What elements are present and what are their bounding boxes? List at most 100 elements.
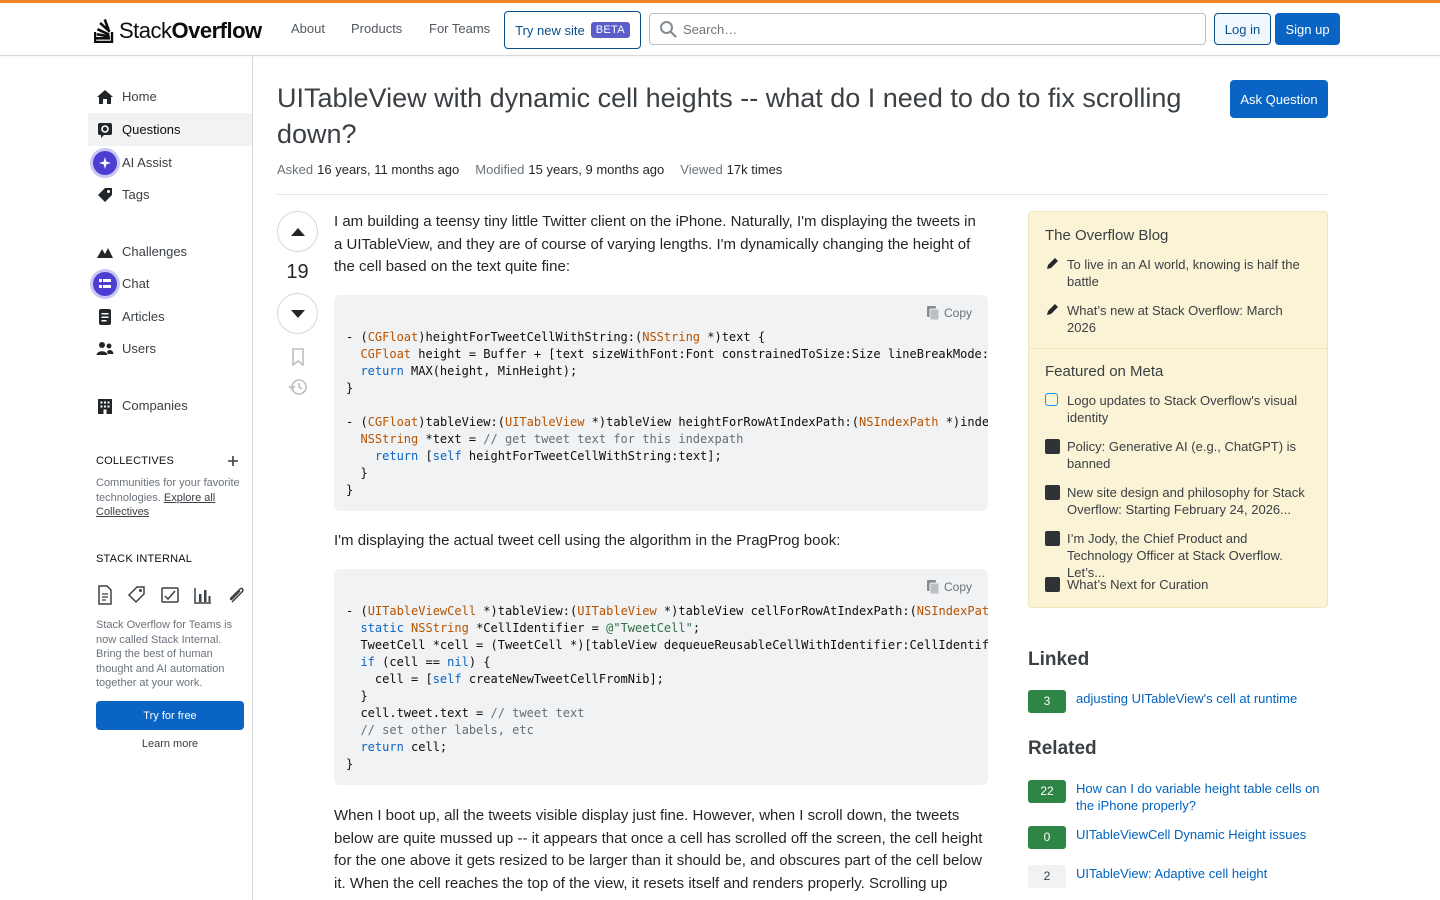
divider bbox=[277, 194, 1328, 195]
meta-item[interactable]: Logo updates to Stack Overflow's visual … bbox=[1045, 392, 1315, 426]
sidebar-item-companies[interactable]: Companies bbox=[88, 389, 252, 422]
blog-item[interactable]: What’s new at Stack Overflow: March 2026 bbox=[1045, 302, 1315, 336]
sidebar-item-home[interactable]: Home bbox=[88, 80, 252, 113]
modified-info: Modified 15 years, 9 months ago bbox=[475, 162, 665, 177]
stack-internal-text: Stack Overflow for Teams is now called S… bbox=[96, 619, 233, 689]
question-title[interactable]: UITableView with dynamic cell heights --… bbox=[277, 80, 1207, 152]
score-badge: 2 bbox=[1028, 865, 1066, 888]
collectives-heading: COLLECTIVES bbox=[96, 455, 175, 467]
blog-item[interactable]: To live in an AI world, knowing is half … bbox=[1045, 256, 1315, 290]
sidebar-item-tags[interactable]: Tags bbox=[88, 178, 252, 211]
sidebar-item-label: Challenges bbox=[122, 244, 188, 259]
linked-link[interactable]: adjusting UITableView's cell at runtime bbox=[1076, 690, 1297, 707]
stack-exchange-icon bbox=[1045, 576, 1067, 596]
search-input[interactable] bbox=[683, 21, 1183, 37]
copy-button[interactable]: Copy bbox=[926, 579, 972, 595]
related-link[interactable]: How can I do variable height table cells… bbox=[1076, 780, 1328, 814]
vote-cell: 19 bbox=[277, 211, 318, 396]
copy-icon bbox=[926, 580, 940, 595]
companies-icon bbox=[96, 397, 114, 415]
stack-internal-icons bbox=[96, 584, 246, 606]
meta-item[interactable]: Policy: Generative AI (e.g., ChatGPT) is… bbox=[1045, 438, 1315, 472]
stack-exchange-icon bbox=[1045, 484, 1067, 518]
code-text-1: - (CGFloat)heightForTweetCellWithString:… bbox=[346, 330, 988, 497]
blog-meta-widget: The Overflow Blog To live in an AI world… bbox=[1028, 211, 1328, 608]
code-text-2: - (UITableViewCell *)tableView:(UITableV… bbox=[346, 604, 988, 771]
linked-heading: Linked bbox=[1028, 649, 1090, 670]
history-icon[interactable] bbox=[287, 378, 308, 396]
score-badge: 22 bbox=[1028, 780, 1066, 803]
ask-question-button[interactable]: Ask Question bbox=[1230, 80, 1328, 118]
divider bbox=[1029, 348, 1327, 349]
question-paragraph-2: I'm displaying the actual tweet cell usi… bbox=[334, 532, 841, 549]
tag-icon bbox=[96, 186, 114, 204]
learn-more-link[interactable]: Learn more bbox=[96, 738, 244, 750]
plus-icon[interactable] bbox=[227, 455, 239, 467]
viewed-info: Viewed 17k times bbox=[680, 162, 783, 177]
nav-for-teams[interactable]: For Teams bbox=[429, 21, 490, 36]
chat-bubble-icon bbox=[1045, 392, 1067, 426]
code-block-2: Copy - (UITableViewCell *)tableView:(UIT… bbox=[334, 569, 988, 785]
related-item[interactable]: 22 How can I do variable height table ce… bbox=[1028, 780, 1328, 814]
copy-icon bbox=[926, 306, 940, 321]
sidebar-item-label: Questions bbox=[122, 122, 181, 137]
linked-item[interactable]: 3 adjusting UITableView's cell at runtim… bbox=[1028, 690, 1328, 713]
related-link[interactable]: UITableViewCell Dynamic Height issues bbox=[1076, 826, 1306, 843]
related-item[interactable]: 2 UITableView: Adaptive cell height bbox=[1028, 865, 1328, 888]
pencil-icon bbox=[1045, 256, 1067, 290]
search-box[interactable] bbox=[649, 13, 1206, 45]
users-icon bbox=[96, 340, 114, 358]
question-meta: Asked 16 years, 11 months ago Modified 15 … bbox=[277, 162, 782, 177]
document-icon bbox=[98, 585, 112, 605]
attachment-icon bbox=[229, 587, 244, 603]
sidebar-item-label: Home bbox=[122, 89, 157, 104]
meta-item[interactable]: New site design and philosophy for Stack… bbox=[1045, 484, 1315, 518]
overflow-blog-heading: The Overflow Blog bbox=[1045, 227, 1169, 244]
stack-exchange-icon bbox=[1045, 530, 1067, 581]
sidebar-item-challenges[interactable]: Challenges bbox=[88, 235, 252, 268]
nav-about[interactable]: About bbox=[291, 21, 325, 36]
sidebar-item-articles[interactable]: Articles bbox=[88, 300, 252, 333]
stack-internal-heading: STACK INTERNAL bbox=[96, 553, 193, 565]
logo-text: StackOverflow bbox=[119, 18, 262, 43]
checkbox-icon bbox=[161, 587, 179, 603]
pencil-icon bbox=[1045, 302, 1067, 336]
copy-button[interactable]: Copy bbox=[926, 305, 972, 321]
login-button[interactable]: Log in bbox=[1214, 13, 1271, 45]
stack-exchange-icon bbox=[1045, 438, 1067, 472]
nav-products[interactable]: Products bbox=[351, 21, 402, 36]
try-new-site-label: Try new site bbox=[515, 22, 585, 38]
meta-item[interactable]: I’m Jody, the Chief Product and Technolo… bbox=[1045, 530, 1315, 581]
downvote-button[interactable] bbox=[277, 293, 318, 334]
code-block-1: Copy - (CGFloat)heightForTweetCellWithSt… bbox=[334, 295, 988, 511]
question-paragraph-3: When I boot up, all the tweets visible d… bbox=[334, 807, 983, 892]
bar-chart-icon bbox=[194, 588, 211, 604]
site-logo[interactable]: StackOverflow bbox=[94, 16, 262, 46]
meta-item[interactable]: What’s Next for Curation bbox=[1045, 576, 1315, 596]
beta-badge: BETA bbox=[590, 22, 630, 38]
sidebar-item-questions[interactable]: Questions bbox=[88, 113, 252, 146]
bookmark-icon[interactable] bbox=[291, 348, 305, 366]
sidebar-item-chat[interactable]: Chat bbox=[88, 267, 252, 300]
downvote-icon bbox=[290, 309, 305, 318]
top-bar: StackOverflow About Products For Teams T… bbox=[0, 0, 1440, 56]
related-heading: Related bbox=[1028, 738, 1097, 759]
sidebar-item-label: Articles bbox=[122, 309, 165, 324]
signup-button[interactable]: Sign up bbox=[1275, 13, 1340, 45]
tag-outline-icon bbox=[127, 586, 145, 604]
upvote-button[interactable] bbox=[277, 211, 318, 252]
sidebar-item-ai-assist[interactable]: AI Assist bbox=[88, 146, 252, 179]
ai-assist-icon bbox=[93, 150, 117, 175]
collectives-text: Communities for your favorite technologi… bbox=[96, 477, 240, 518]
home-icon bbox=[96, 88, 114, 106]
try-for-free-button[interactable]: Try for free bbox=[96, 701, 244, 730]
related-link[interactable]: UITableView: Adaptive cell height bbox=[1076, 865, 1267, 882]
sidebar-item-users[interactable]: Users bbox=[88, 332, 252, 365]
sidebar-item-label: Chat bbox=[122, 276, 150, 291]
sidebar-item-label: Users bbox=[122, 341, 156, 356]
related-item[interactable]: 0 UITableViewCell Dynamic Height issues bbox=[1028, 826, 1328, 849]
asked-info: Asked 16 years, 11 months ago bbox=[277, 162, 460, 177]
try-new-site-button[interactable]: Try new site BETA bbox=[504, 11, 641, 49]
sidebar-item-label: Companies bbox=[122, 398, 188, 413]
score-badge: 0 bbox=[1028, 826, 1066, 849]
